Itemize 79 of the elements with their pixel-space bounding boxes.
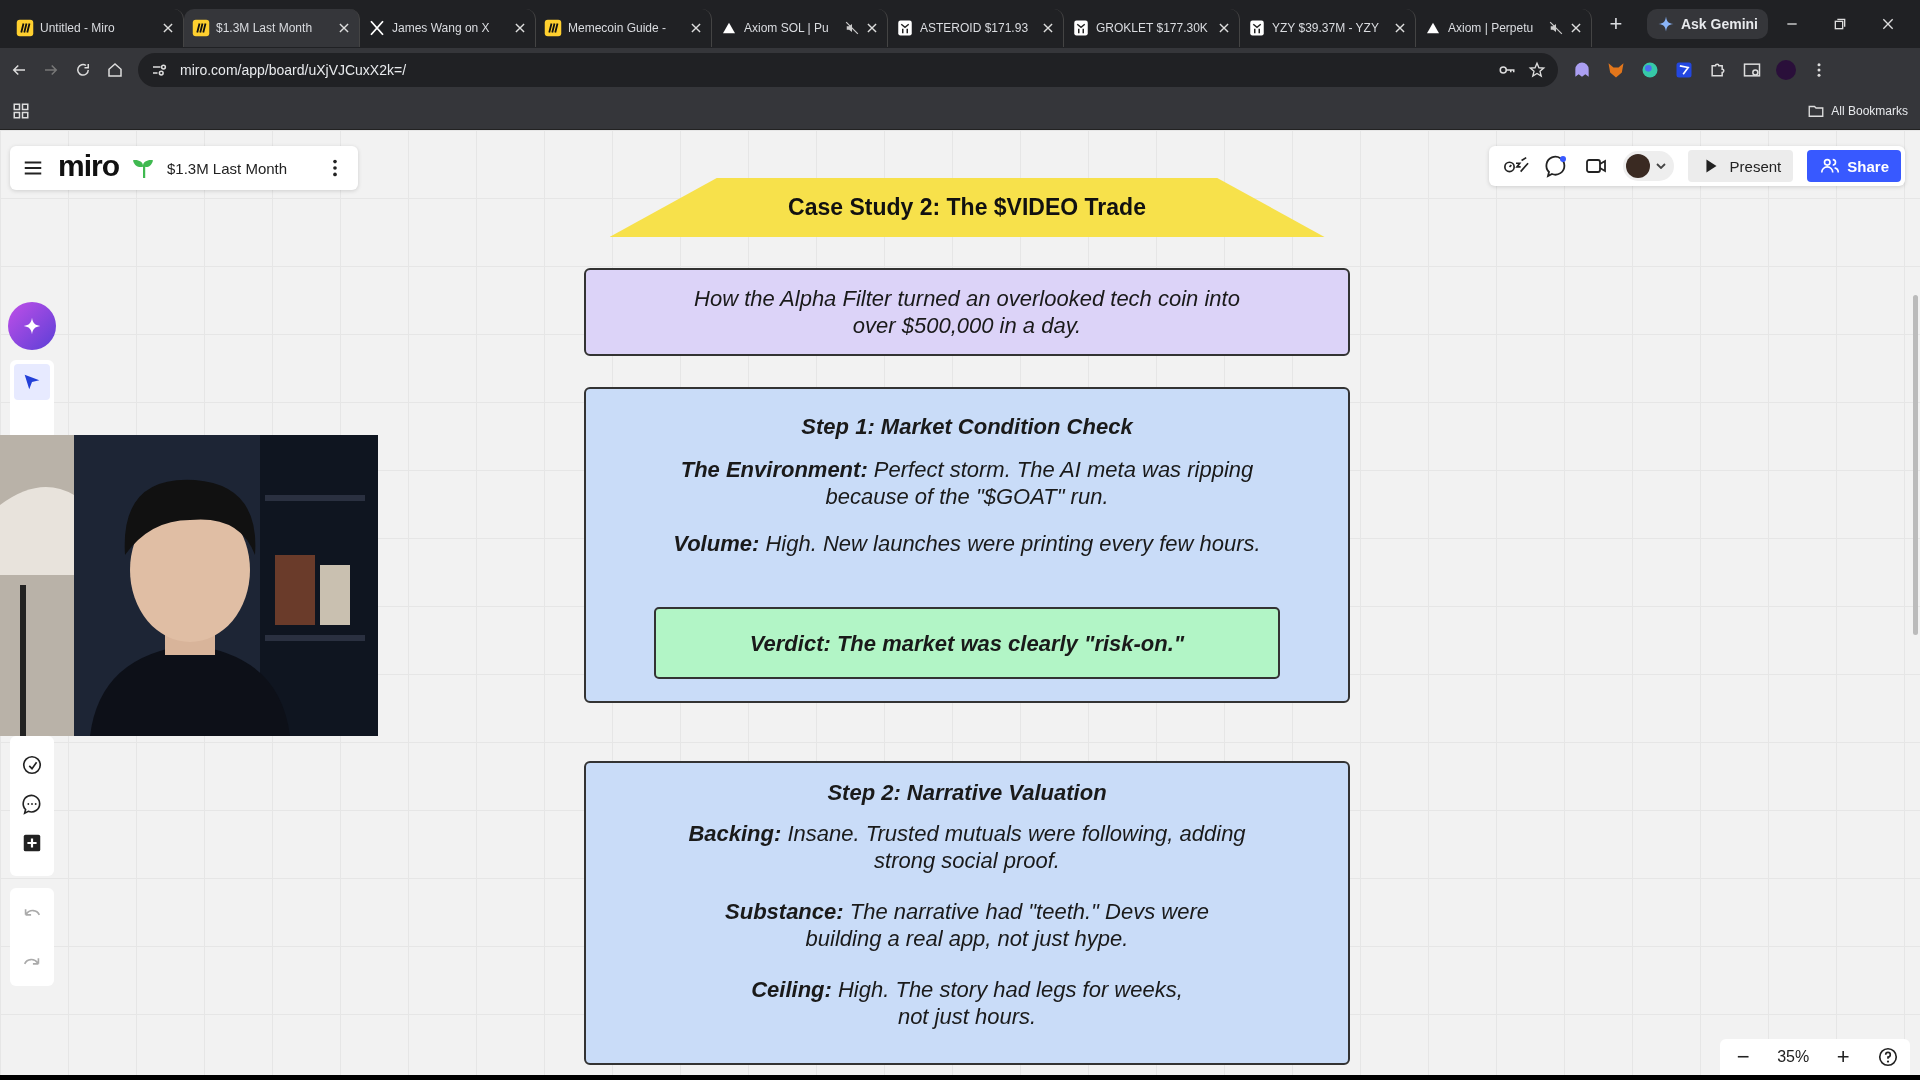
browser-tab[interactable]: Memecoin Guide - [536,9,712,47]
home-icon[interactable] [106,61,124,79]
restore-icon[interactable] [1832,16,1848,32]
tab-title[interactable]: ASTEROID $171.93 [920,21,1035,35]
tab-title[interactable]: GROKLET $177.30K [1096,21,1211,35]
close-icon[interactable] [689,21,703,35]
zoom-level: 35% [1777,1048,1810,1066]
reload-icon[interactable] [74,61,92,79]
new-tab-button[interactable]: + [1602,11,1630,37]
user-menu[interactable] [1622,151,1674,181]
shield-icon[interactable] [1674,60,1694,80]
present-button[interactable]: Present [1687,150,1794,182]
close-icon[interactable] [1569,21,1583,35]
step-heading: Step 1: Market Condition Check [801,413,1133,440]
star-icon[interactable] [1528,61,1546,79]
tab-search-icon[interactable] [1742,60,1762,80]
share-button[interactable]: Share [1807,150,1901,182]
ghost-icon[interactable] [1572,60,1592,80]
step-paragraph: Backing: Insane. Trusted mutuals were following, adding strong social proof. [688,820,1246,874]
browser-tab[interactable]: YZY $39.37M - YZY [1240,9,1416,47]
chevron-down-icon [1655,163,1666,169]
browser-tab[interactable]: ASTEROID $171.93 [888,9,1064,47]
user-avatar [1625,154,1650,178]
miro-logo[interactable]: miro [58,149,119,183]
browser-tab[interactable]: Axiom SOL | Pu [712,9,888,47]
tab-title[interactable]: Untitled - Miro [40,21,155,35]
step-paragraph: Volume: High. New launches were printing every few hours. [673,530,1261,557]
tab-title[interactable]: Axiom SOL | Pu [744,21,839,35]
board-name[interactable]: $1.3M Last Month [167,159,310,177]
tab-title[interactable]: Axiom | Perpetu [1448,21,1543,35]
x-logo-icon [368,19,386,37]
zoom-out-button[interactable]: − [1730,1044,1756,1070]
close-icon[interactable] [513,21,527,35]
muted-speaker-icon[interactable] [845,21,859,35]
miro-logo-icon [544,19,562,37]
ask-gemini-button[interactable]: Ask Gemini [1646,9,1768,39]
step-paragraph: Ceiling: High. The story had legs for weeks, not just hours. [751,976,1183,1030]
select-tool-button[interactable] [14,364,50,400]
step-heading: Step 2: Narrative Valuation [827,779,1107,806]
url-text: miro.com/app/board/uXjVJCuxX2k=/ [180,62,408,78]
browser-tab[interactable]: Untitled - Miro [8,9,184,47]
browser-tab[interactable]: $1.3M Last Month [184,9,360,47]
tab-title[interactable]: $1.3M Last Month [216,21,331,35]
bookmark-folder-link[interactable]: All Bookmarks [1831,103,1908,118]
muted-speaker-icon[interactable] [1549,21,1563,35]
address-bar[interactable]: miro.com/app/board/uXjVJCuxX2k=/ [138,53,1558,87]
scrollbar[interactable] [1913,295,1918,635]
step-paragraph: Substance: The narrative had "teeth." Devs were building a real app, not just hype. [725,898,1209,952]
owl-icon [896,19,914,37]
apps-grid-icon[interactable] [12,101,30,120]
miro-logo-icon [16,19,34,37]
ai-assistant-button[interactable] [8,302,56,350]
close-icon[interactable] [1217,21,1231,35]
close-icon[interactable] [865,21,879,35]
close-icon[interactable] [1393,21,1407,35]
owl-icon [1072,19,1090,37]
comment-icon[interactable] [21,793,43,815]
close-icon[interactable] [1041,21,1055,35]
globe-icon[interactable] [1640,60,1660,80]
browser-tab[interactable]: Axiom | Perpetu [1416,9,1592,47]
sticker-icon[interactable] [21,754,43,777]
sprout-icon [133,158,153,178]
tab-title[interactable]: YZY $39.37M - YZY [1272,21,1387,35]
help-icon[interactable] [1877,1046,1900,1068]
step-paragraph: The Environment: Perfect storm. The AI meta was ripping because of the "$GOAT" run. [680,456,1254,510]
zoom-in-button[interactable]: + [1830,1044,1856,1070]
tab-title[interactable]: James Wang on X [392,21,507,35]
owl-icon [1248,19,1266,37]
tab-title[interactable]: Memecoin Guide - [568,21,683,35]
intro-card: How the Alpha Filter turned an overlooked tech coin into over $500,000 in a day. [584,268,1350,356]
close-icon[interactable] [161,21,175,35]
browser-tab[interactable]: James Wang on X [360,9,536,47]
close-icon[interactable] [337,21,351,35]
site-settings-icon[interactable] [150,61,168,79]
title-banner: Case Study 2: The $VIDEO Trade [609,178,1325,237]
close-icon[interactable] [1880,16,1896,32]
browser-tab[interactable]: GROKLET $177.30K [1064,9,1240,47]
miro-logo-icon [192,19,210,37]
verdict-card: Verdict: The market was clearly "risk-on." [654,607,1280,679]
